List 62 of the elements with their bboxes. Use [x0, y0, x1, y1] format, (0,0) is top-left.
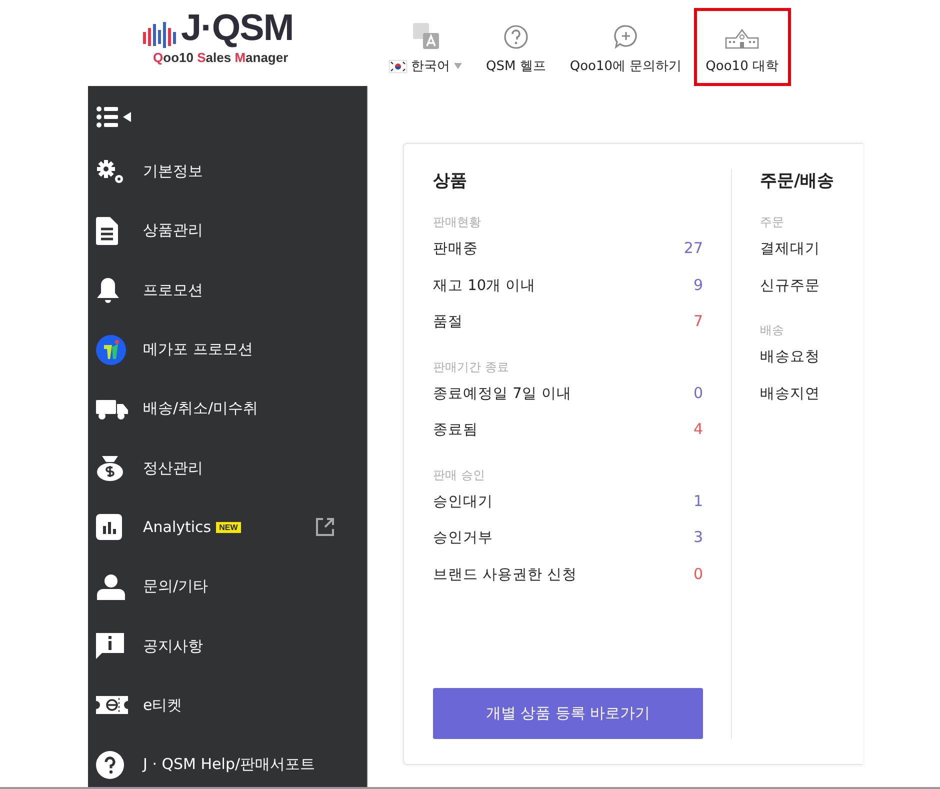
status-link[interactable]: 종료됨	[433, 420, 478, 439]
register-product-button[interactable]: 개별 상품 등록 바로가기	[433, 688, 703, 739]
count-link[interactable]: 0	[693, 384, 703, 402]
flag-icon	[389, 60, 407, 72]
group-label: 배송	[760, 322, 785, 339]
document-icon	[96, 216, 118, 245]
count-link[interactable]: 3	[693, 528, 703, 546]
status-link[interactable]: 결제대기	[760, 239, 820, 258]
sidebar-menu-item[interactable]: 프로모션	[143, 280, 203, 300]
sidebar-menu-item[interactable]: 문의/기타	[143, 577, 208, 596]
count-link[interactable]: 27	[684, 239, 703, 257]
mega-figure-icon	[96, 334, 126, 365]
new-badge: NEW	[216, 522, 241, 533]
section-title: 상품	[433, 170, 468, 192]
status-link[interactable]: 승인거부	[433, 528, 493, 547]
sidebar-menu-item[interactable]: 메가포 프로모션	[143, 340, 253, 360]
sidebar-menu-item[interactable]: 기본정보	[143, 162, 203, 182]
status-link[interactable]: 판매중	[433, 239, 478, 258]
logo-title: J·QSM	[181, 8, 294, 48]
sidebar-menu-item[interactable]: e티켓	[143, 696, 182, 715]
truck-icon	[96, 398, 128, 420]
ticket-icon	[96, 696, 128, 714]
person-icon	[96, 574, 126, 600]
nav-link[interactable]: 한국어	[377, 8, 474, 86]
external-link-icon[interactable]	[315, 517, 335, 538]
translate-icon	[412, 22, 440, 50]
sidebar-menu-item[interactable]: J · QSM Help/판매서포트	[143, 755, 316, 774]
sidebar-menu-item[interactable]: 정산관리	[143, 458, 203, 478]
bar-chart-icon	[96, 514, 122, 540]
sidebar-menu-item[interactable]: 상품관리	[143, 221, 203, 240]
status-link[interactable]: 종료예정일 7일 이내	[433, 384, 572, 402]
gears-icon	[96, 158, 126, 185]
status-link[interactable]: 재고 10개 이내	[433, 276, 536, 294]
status-link[interactable]: 승인대기	[433, 492, 493, 510]
school-building-icon	[724, 26, 760, 50]
count-link[interactable]: 1	[693, 492, 703, 510]
status-link[interactable]: 품절	[433, 312, 463, 331]
bars-logo-icon	[143, 22, 177, 48]
sidebar-menu-item[interactable]: 배송/취소/미수취	[143, 399, 258, 418]
sidebar-menu-item[interactable]: 공지사항	[143, 636, 203, 656]
help-icon	[502, 24, 529, 50]
sidebar-menu-item[interactable]: Analytics	[143, 518, 212, 536]
bell-icon	[96, 277, 120, 304]
status-link[interactable]: 배송요청	[760, 347, 820, 366]
nav-link[interactable]: QSM 헬프	[474, 8, 558, 86]
logo-subtitle: Qoo10 Sales Manager	[153, 50, 290, 65]
count-link[interactable]: 9	[693, 276, 703, 294]
nav-link[interactable]: Qoo10 대학	[694, 8, 790, 86]
status-link[interactable]: 배송지연	[760, 384, 820, 402]
help-icon	[96, 750, 124, 779]
status-link[interactable]: 브랜드 사용권한 신청	[433, 564, 578, 584]
info-speech-bubble-icon	[96, 633, 124, 660]
section-title: 주문/배송	[760, 170, 835, 192]
status-link[interactable]: 신규주문	[760, 276, 820, 294]
money-bag-icon	[96, 454, 124, 482]
group-label: 판매기간 종료	[433, 358, 510, 376]
group-label: 판매현황	[433, 214, 482, 231]
nav-link[interactable]: Qoo10에 문의하기	[558, 8, 694, 86]
group-label: 판매 승인	[433, 466, 486, 484]
caret-icon	[454, 63, 462, 69]
group-label: 주문	[760, 214, 785, 231]
chat-plus-icon	[612, 24, 639, 50]
